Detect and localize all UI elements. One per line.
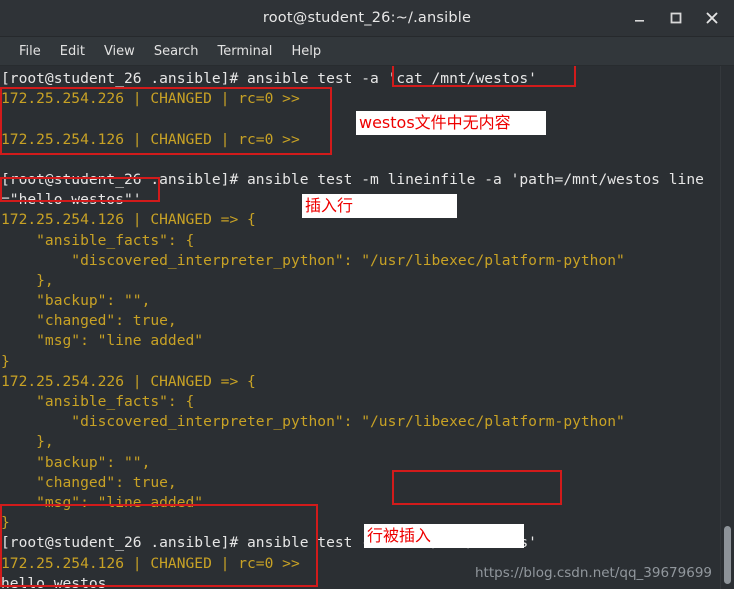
scrollbar[interactable] (720, 66, 734, 589)
minimize-icon (635, 20, 644, 22)
maximize-button[interactable] (668, 10, 684, 26)
menu-item-edit[interactable]: Edit (51, 41, 94, 62)
minimize-button[interactable] (632, 10, 648, 26)
terminal-line: [root@student_26 .ansible]# ansible test… (1, 170, 704, 188)
close-icon (706, 12, 718, 24)
menu-item-help[interactable]: Help (282, 41, 330, 62)
terminal-line: 172.25.254.226 | CHANGED | rc=0 >> (1, 90, 300, 108)
terminal-line: }, (1, 433, 54, 451)
window-title: root@student_26:~/.ansible (262, 10, 472, 26)
annotation-label-no-content: westos文件中无内容 (356, 111, 546, 135)
menu-item-file[interactable]: File (10, 41, 50, 62)
window-controls (632, 10, 734, 26)
watermark: https://blog.csdn.net/qq_39679699 (474, 565, 712, 581)
menu-bar: File Edit View Search Terminal Help (0, 37, 734, 66)
terminal-viewport[interactable]: [root@student_26 .ansible]# ansible test… (0, 66, 734, 589)
maximize-icon (670, 12, 682, 24)
menu-item-terminal[interactable]: Terminal (208, 41, 281, 62)
terminal-line: "backup": "", (1, 453, 151, 471)
terminal-line: 172.25.254.226 | CHANGED => { (1, 372, 256, 390)
terminal-window: root@student_26:~/.ansible File Edit Vie… (0, 0, 734, 589)
terminal-line: "changed": true, (1, 473, 177, 491)
terminal-line: "discovered_interpreter_python": "/usr/l… (1, 251, 625, 269)
terminal-line: "ansible_facts": { (1, 231, 195, 249)
terminal-output[interactable]: [root@student_26 .ansible]# ansible test… (0, 66, 734, 589)
terminal-line: "discovered_interpreter_python": "/usr/l… (1, 413, 625, 431)
annotation-label-insert-line: 插入行 (302, 194, 457, 218)
annotation-label-line-inserted: 行被插入 (364, 524, 524, 548)
terminal-line: } (1, 352, 10, 370)
terminal-line: "msg": "line added" (1, 332, 204, 350)
terminal-line: "changed": true, (1, 312, 177, 330)
terminal-line: "ansible_facts": { (1, 393, 195, 410)
terminal-line: "msg": "line added" (1, 493, 204, 511)
close-button[interactable] (704, 10, 720, 26)
title-bar: root@student_26:~/.ansible (0, 0, 734, 37)
menu-item-view[interactable]: View (95, 41, 144, 62)
terminal-line: "backup": "", (1, 292, 151, 310)
terminal-line: [root@student_26 .ansible]# ansible test… (1, 70, 537, 87)
terminal-line: }, (1, 271, 54, 289)
menu-item-search[interactable]: Search (145, 41, 208, 62)
scrollbar-thumb[interactable] (724, 526, 731, 584)
